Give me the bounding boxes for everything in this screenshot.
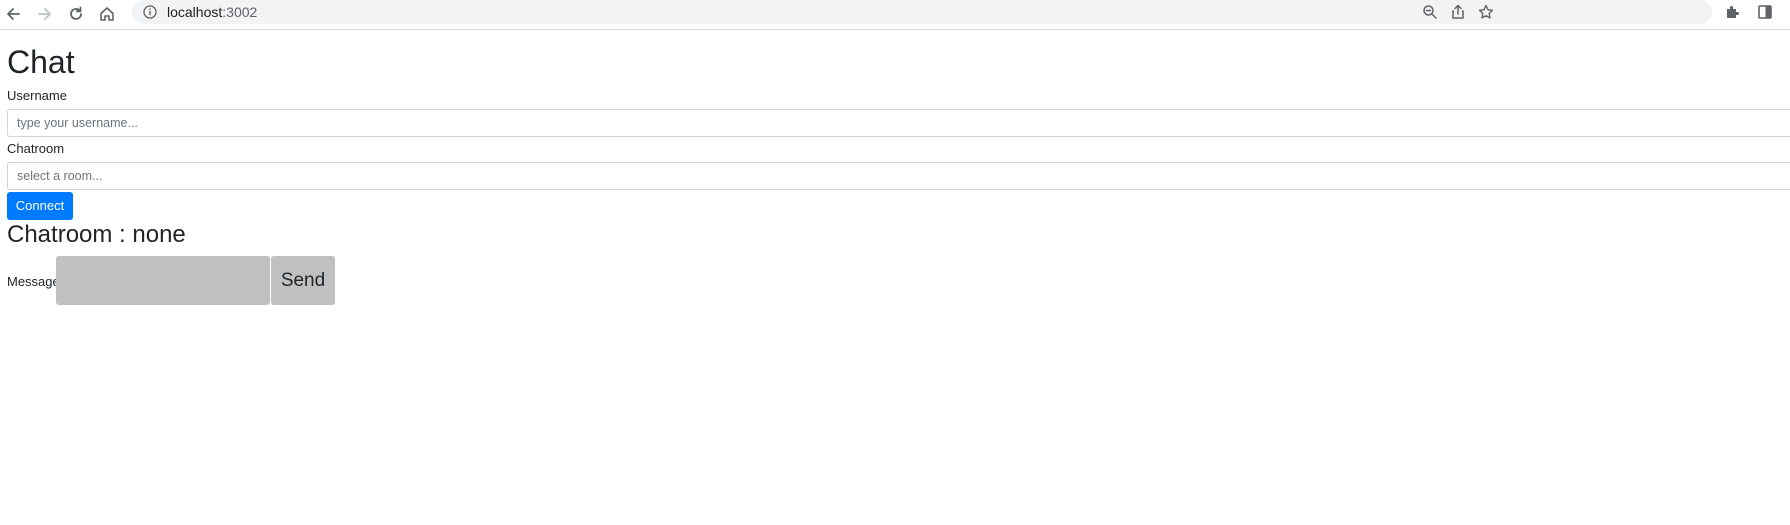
bookmark-star-icon[interactable] <box>1478 4 1494 20</box>
message-label: Message <box>7 274 60 289</box>
address-bar[interactable]: localhost:3002 <box>132 0 1712 24</box>
url-host: localhost <box>167 4 223 20</box>
share-icon[interactable] <box>1450 4 1466 20</box>
send-button[interactable]: Send <box>271 256 335 305</box>
extensions-puzzle-icon[interactable] <box>1724 3 1742 21</box>
url-text: localhost:3002 <box>167 4 257 20</box>
browser-toolbar: localhost:3002 <box>0 0 1790 30</box>
url-port: :3002 <box>222 4 258 20</box>
connect-button[interactable]: Connect <box>7 192 73 220</box>
username-input[interactable] <box>7 109 1790 137</box>
chatroom-label: Chatroom <box>7 141 65 156</box>
home-icon[interactable] <box>95 2 119 26</box>
message-input[interactable] <box>56 256 270 305</box>
site-info-icon[interactable] <box>143 5 157 19</box>
zoom-icon[interactable] <box>1422 4 1438 20</box>
chatroom-input[interactable] <box>7 162 1790 190</box>
username-label: Username <box>7 88 67 103</box>
back-arrow-icon[interactable] <box>1 2 25 26</box>
page-title: Chat <box>7 44 75 80</box>
chatroom-status-heading: Chatroom : none <box>7 221 186 248</box>
reload-icon[interactable] <box>64 2 88 26</box>
side-panel-icon[interactable] <box>1756 3 1774 21</box>
forward-arrow-icon[interactable] <box>33 2 57 26</box>
